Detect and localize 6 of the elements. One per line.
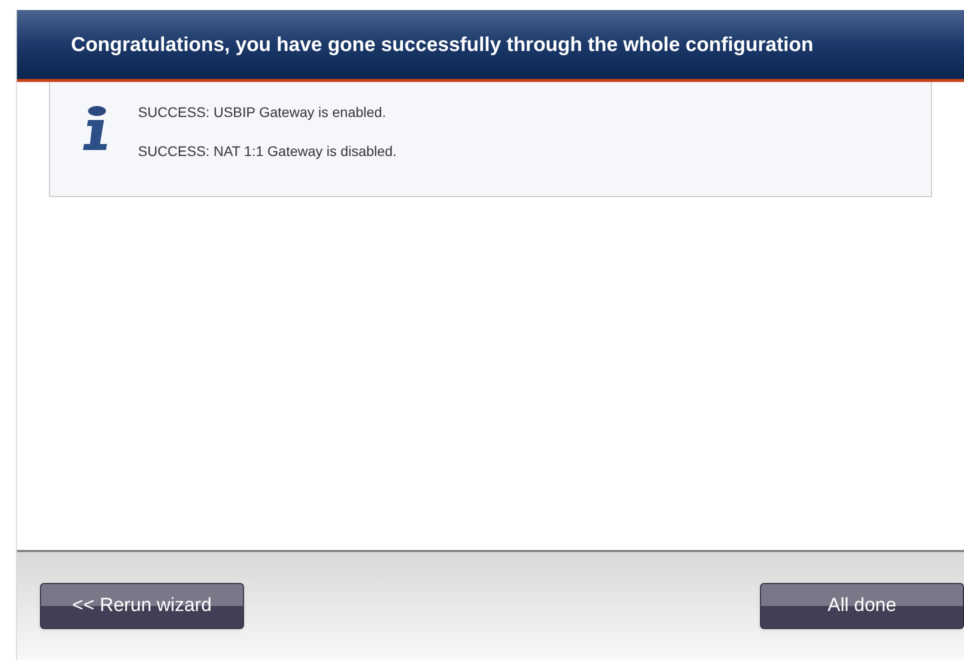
info-icon [80,106,110,152]
dialog-title: Congratulations, you have gone successfully through the whole configuration [71,32,814,58]
rerun-wizard-button[interactable]: << Rerun wizard [40,583,244,629]
status-message: SUCCESS: NAT 1:1 Gateway is disabled. [138,142,397,161]
status-message: SUCCESS: USBIP Gateway is enabled. [138,103,387,122]
all-done-button[interactable]: All done [760,583,964,629]
